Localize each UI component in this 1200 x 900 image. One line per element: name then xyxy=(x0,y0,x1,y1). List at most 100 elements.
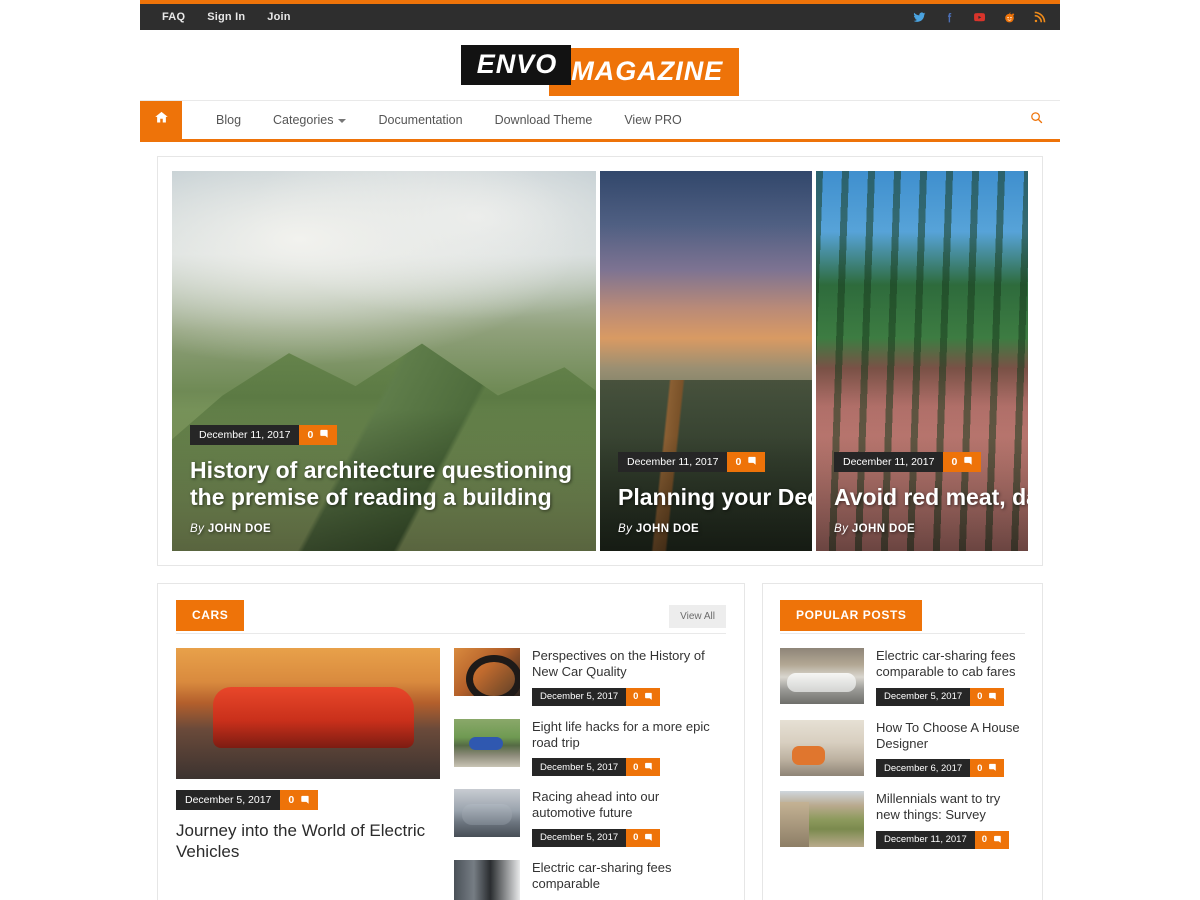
author-name[interactable]: JOHN DOE xyxy=(636,523,699,535)
list-item[interactable]: How To Choose A House Designer December … xyxy=(780,719,1025,777)
list-item-title[interactable]: Electric car-sharing fees comparable to … xyxy=(876,648,1025,681)
list-item-body: Perspectives on the History of New Car Q… xyxy=(532,648,726,706)
comment-count[interactable]: 0 xyxy=(943,451,982,472)
nav-item-blog[interactable]: Blog xyxy=(200,101,257,140)
topbar-link-signin[interactable]: Sign In xyxy=(207,11,245,23)
comment-count[interactable]: 0 xyxy=(280,790,319,810)
by-prefix: By xyxy=(618,523,633,535)
list-item[interactable]: Eight life hacks for a more epic road tr… xyxy=(454,718,726,776)
list-item-title[interactable]: Racing ahead into our automotive future xyxy=(532,789,726,822)
list-item-title[interactable]: Electric car-sharing fees comparable xyxy=(532,860,726,893)
youtube-icon[interactable] xyxy=(973,11,986,24)
nav-item-categories[interactable]: Categories xyxy=(257,101,362,140)
content-area: CARS View All December 5, 2017 0 Journey… xyxy=(140,566,1060,900)
comment-count[interactable]: 0 xyxy=(626,828,661,847)
site-header: ENVO MAGAZINE xyxy=(140,30,1060,100)
featured-slider: December 11, 2017 0 History of architect… xyxy=(172,171,1028,551)
nav-item-view-pro[interactable]: View PRO xyxy=(608,101,697,140)
list-item[interactable]: Perspectives on the History of New Car Q… xyxy=(454,648,726,706)
topbar-link-join[interactable]: Join xyxy=(267,11,290,23)
nav-item-download-theme[interactable]: Download Theme xyxy=(479,101,609,140)
rss-icon[interactable] xyxy=(1033,11,1046,24)
slide-title[interactable]: Avoid red meat, dairy winter xyxy=(834,484,1028,511)
list-item[interactable]: Electric car-sharing fees comparable to … xyxy=(780,648,1025,706)
post-date: December 5, 2017 xyxy=(176,790,281,810)
slide-item[interactable]: December 11, 2017 0 History of architect… xyxy=(172,171,596,551)
list-item[interactable]: Millennials want to try new things: Surv… xyxy=(780,791,1025,849)
comment-count[interactable]: 0 xyxy=(970,687,1005,706)
list-item-title[interactable]: How To Choose A House Designer xyxy=(876,720,1025,753)
author-name[interactable]: JOHN DOE xyxy=(208,523,271,535)
comment-count[interactable]: 0 xyxy=(727,451,766,472)
slide-item[interactable]: December 11, 2017 0 Planning your Decemb… xyxy=(600,171,812,551)
comment-count[interactable]: 0 xyxy=(626,687,661,706)
nav-item-label: View PRO xyxy=(624,113,682,127)
post-date: December 11, 2017 xyxy=(618,451,728,472)
author-name[interactable]: JOHN DOE xyxy=(852,523,915,535)
list-item-meta: December 5, 2017 0 xyxy=(876,687,1005,706)
featured-car-thumbnail xyxy=(176,648,440,779)
comment-count-value: 0 xyxy=(951,455,958,468)
list-item-thumbnail xyxy=(780,648,864,704)
post-date: December 5, 2017 xyxy=(532,687,627,706)
nav-home-button[interactable] xyxy=(140,101,182,139)
comment-icon xyxy=(645,833,653,841)
slide-title[interactable]: History of architecture questioning the … xyxy=(190,457,578,511)
comment-count[interactable]: 0 xyxy=(970,759,1005,777)
view-all-button[interactable]: View All xyxy=(669,605,726,628)
facebook-icon[interactable] xyxy=(943,11,956,24)
list-item-body: Racing ahead into our automotive future … xyxy=(532,789,726,847)
site-logo[interactable]: ENVO MAGAZINE xyxy=(460,34,740,96)
popular-posts-header: POPULAR POSTS xyxy=(780,600,1025,634)
post-date: December 11, 2017 xyxy=(190,424,300,445)
list-item-body: Electric car-sharing fees comparable to … xyxy=(876,648,1025,706)
sidebar: POPULAR POSTS Electric car-sharing fees … xyxy=(762,583,1043,900)
list-item-meta: December 5, 2017 0 xyxy=(532,758,661,776)
page-root: FAQ Sign In Join ENVO MAGAZINE Blog Cate… xyxy=(0,0,1200,900)
comment-icon xyxy=(964,457,972,466)
twitter-icon[interactable] xyxy=(913,11,926,24)
comment-icon xyxy=(645,762,653,770)
list-item-meta: December 5, 2017 0 xyxy=(532,828,661,847)
slide-meta: December 11, 2017 0 xyxy=(190,424,338,445)
list-item-body: Eight life hacks for a more epic road tr… xyxy=(532,719,726,776)
comment-count-value: 0 xyxy=(288,794,295,806)
by-prefix: By xyxy=(834,523,849,535)
cars-section-header: CARS View All xyxy=(176,600,726,634)
list-item-title[interactable]: Millennials want to try new things: Surv… xyxy=(876,791,1025,824)
comment-count[interactable]: 0 xyxy=(974,830,1010,849)
nav-item-label: Download Theme xyxy=(494,113,593,127)
top-bar: FAQ Sign In Join xyxy=(140,4,1060,30)
list-item-title[interactable]: Eight life hacks for a more epic road tr… xyxy=(532,719,726,752)
topbar-link-faq[interactable]: FAQ xyxy=(162,11,185,23)
reddit-icon[interactable] xyxy=(1003,11,1016,24)
nav-item-documentation[interactable]: Documentation xyxy=(362,101,478,140)
featured-car-title[interactable]: Journey into the World of Electric Vehic… xyxy=(176,820,440,863)
post-date: December 5, 2017 xyxy=(532,758,627,776)
slide-title[interactable]: Planning your December smart xyxy=(618,484,812,511)
comment-count-value: 0 xyxy=(633,691,639,702)
list-item-meta: December 5, 2017 0 xyxy=(532,687,661,706)
comment-count[interactable]: 0 xyxy=(626,758,661,776)
comment-count[interactable]: 0 xyxy=(299,424,338,445)
cars-body: December 5, 2017 0 Journey into the Worl… xyxy=(176,648,726,900)
list-item[interactable]: Electric car-sharing fees comparable xyxy=(454,859,726,900)
cars-section: CARS View All December 5, 2017 0 Journey… xyxy=(157,583,745,900)
slide-item[interactable]: December 11, 2017 0 Avoid red meat, dair… xyxy=(816,171,1028,551)
comment-count-value: 0 xyxy=(977,762,983,774)
list-item[interactable]: Racing ahead into our automotive future … xyxy=(454,789,726,847)
nav-item-label: Documentation xyxy=(378,113,463,127)
comment-icon xyxy=(645,692,653,700)
home-icon xyxy=(154,110,169,130)
comment-count-value: 0 xyxy=(977,691,983,702)
search-button[interactable] xyxy=(1012,101,1060,139)
list-item-thumbnail xyxy=(454,789,520,837)
post-date: December 5, 2017 xyxy=(876,687,971,706)
nav-item-label: Blog xyxy=(216,113,242,127)
main-navigation: Blog Categories Documentation Download T… xyxy=(140,100,1060,142)
list-item-title[interactable]: Perspectives on the History of New Car Q… xyxy=(532,648,726,681)
featured-slider-panel: December 11, 2017 0 History of architect… xyxy=(157,156,1043,566)
comment-icon xyxy=(301,795,309,804)
featured-car-post[interactable]: December 5, 2017 0 Journey into the Worl… xyxy=(176,648,440,900)
